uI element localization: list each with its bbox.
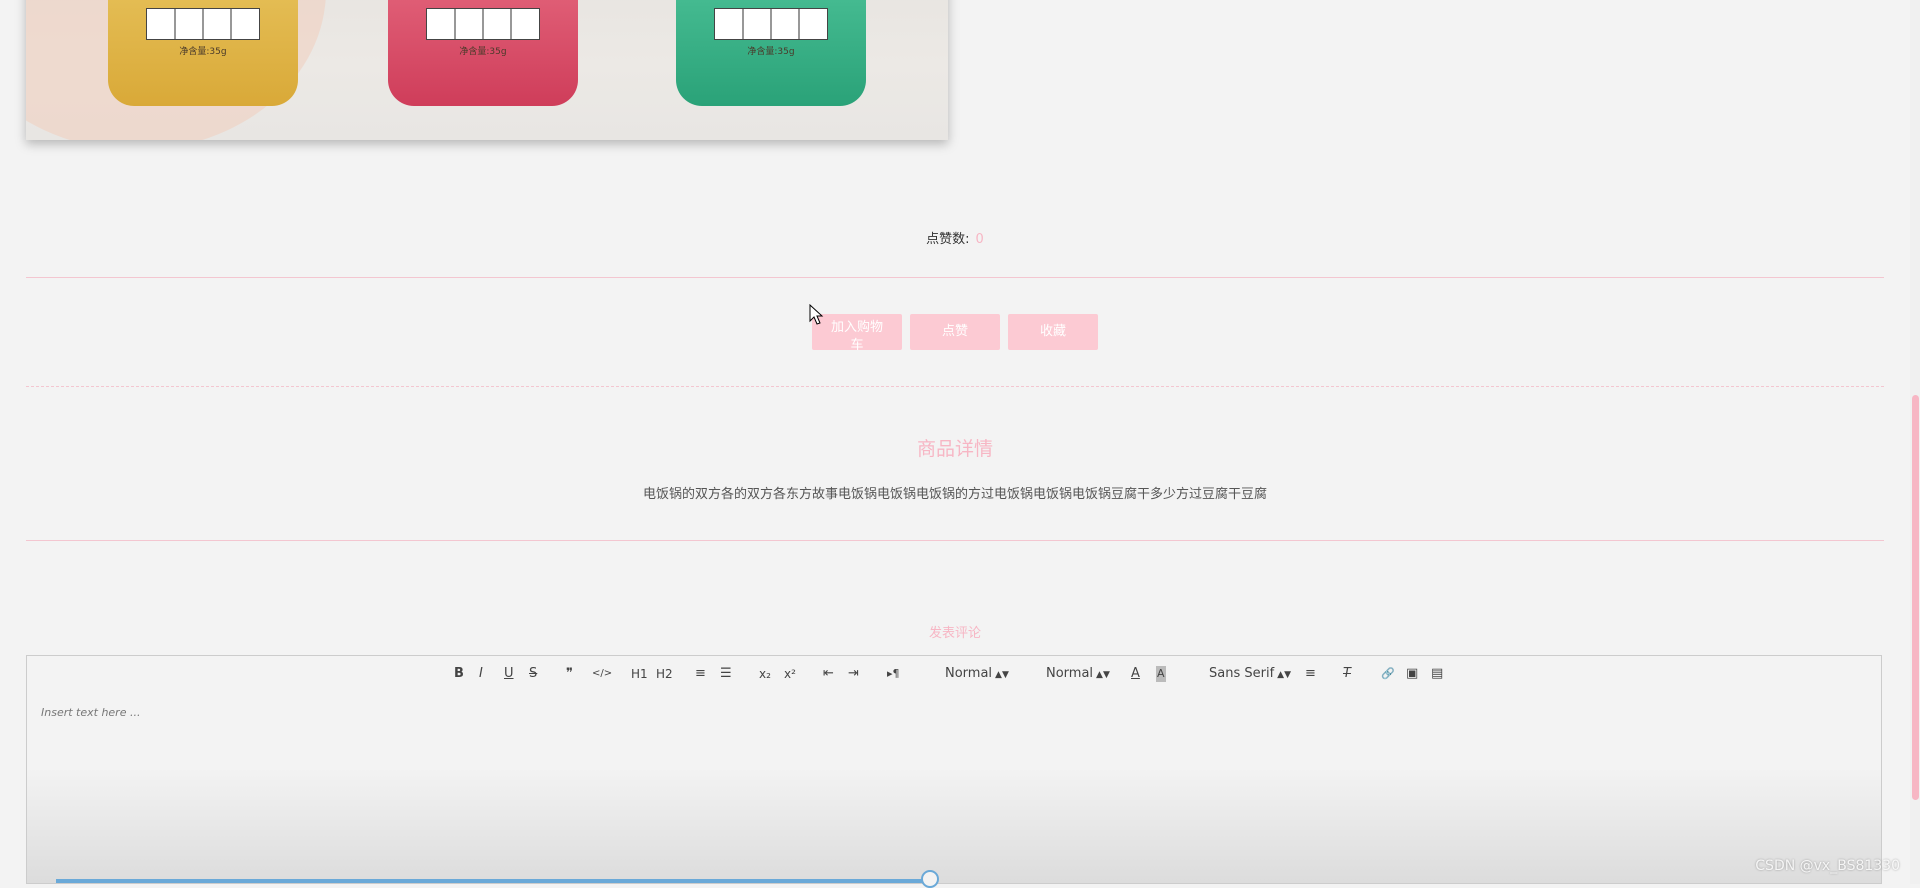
text-color-button[interactable]: A	[1131, 666, 1140, 682]
bold-button[interactable]: B	[454, 666, 464, 682]
video-progress-handle[interactable]	[921, 870, 939, 888]
divider-dashed	[26, 386, 1884, 387]
chevron-updown-icon: ▲▼	[995, 670, 1009, 680]
chevron-updown-icon: ▲▼	[1096, 670, 1110, 680]
header1-button[interactable]: H1	[631, 666, 648, 682]
outdent-button[interactable]: ⇤	[823, 666, 834, 682]
font-picker[interactable]: Sans Serif ▲▼	[1209, 666, 1291, 683]
add-to-cart-label-line2: 车	[850, 338, 864, 350]
add-to-cart-button[interactable]: 加入购物 车	[812, 314, 902, 350]
net-weight-text: 净含量:35g	[179, 47, 227, 57]
video-icon[interactable]: ▤	[1431, 666, 1443, 682]
header-picker-label: Normal	[1046, 666, 1094, 681]
likes-label: 点赞数:	[926, 232, 970, 247]
add-to-cart-label-line1: 加入购物	[830, 320, 883, 335]
size-picker[interactable]: Normal ▲▼	[945, 666, 1009, 683]
product-image: 净含量:35g 净含量:35g 净含量:35g	[26, 0, 948, 140]
underline-button[interactable]: U	[504, 666, 514, 682]
comment-title: 发表评论	[928, 626, 981, 641]
video-progress-bar[interactable]	[56, 879, 932, 883]
nutrition-label	[146, 8, 260, 40]
header2-button[interactable]: H2	[656, 666, 673, 682]
font-picker-label: Sans Serif	[1209, 666, 1275, 681]
net-weight-text: 净含量:35g	[747, 47, 795, 57]
favorite-button[interactable]: 收藏	[1008, 314, 1098, 350]
background-color-button[interactable]: A	[1156, 666, 1166, 682]
size-picker-label: Normal	[945, 666, 993, 681]
jar-green: 净含量:35g	[676, 0, 866, 106]
indent-button[interactable]: ⇥	[848, 666, 859, 682]
subscript-button[interactable]: x₂	[759, 666, 771, 682]
action-buttons: 加入购物 车 点赞 收藏	[26, 314, 1884, 350]
editor-toolbar: B I U S ❞ </> H1 H2 ≡ ☰ x₂ x² ⇤ ⇥ ▸¶ Nor…	[26, 655, 1882, 693]
chevron-updown-icon: ▲▼	[1277, 670, 1291, 680]
comment-editor[interactable]: Insert text here ...	[26, 692, 1882, 884]
jar-yellow: 净含量:35g	[108, 0, 298, 106]
blockquote-button[interactable]: ❞	[566, 666, 573, 682]
code-block-button[interactable]: </>	[592, 666, 612, 682]
likes-count: 0	[975, 232, 984, 247]
jar-red: 净含量:35g	[388, 0, 578, 106]
nutrition-label	[714, 8, 828, 40]
like-button[interactable]: 点赞	[910, 314, 1000, 350]
align-button[interactable]: ≡	[1305, 666, 1316, 682]
header-picker[interactable]: Normal ▲▼	[1046, 666, 1110, 683]
nutrition-label	[426, 8, 540, 40]
watermark: CSDN @vx_BS81330	[1755, 858, 1900, 874]
link-icon[interactable]: 🔗	[1381, 666, 1395, 682]
likes-row: 点赞数: 0	[26, 228, 1884, 247]
text-direction-button[interactable]: ▸¶	[887, 666, 900, 682]
detail-title: 商品详情	[916, 438, 993, 460]
scrollbar-thumb[interactable]	[1912, 395, 1919, 800]
image-icon[interactable]: ▣	[1406, 666, 1418, 682]
scrollbar-track[interactable]	[1910, 0, 1920, 884]
ordered-list-button[interactable]: ≡	[695, 666, 706, 682]
divider	[26, 540, 1884, 541]
divider	[26, 277, 1884, 278]
product-detail-page: 净含量:35g 净含量:35g 净含量:35g 点赞数: 0 加入购物 车 点赞 …	[26, 0, 1884, 888]
clean-format-button[interactable]: T	[1343, 666, 1351, 682]
superscript-button[interactable]: x²	[784, 666, 796, 682]
bullet-list-button[interactable]: ☰	[720, 666, 732, 682]
net-weight-text: 净含量:35g	[459, 47, 507, 57]
italic-button[interactable]: I	[479, 666, 483, 682]
editor-placeholder: Insert text here ...	[41, 706, 141, 719]
strike-button[interactable]: S	[529, 666, 537, 682]
mouse-cursor-icon	[809, 304, 824, 325]
detail-description: 电饭锅的双方各的双方各东方故事电饭锅电饭锅电饭锅的方过电饭锅电饭锅电饭锅豆腐干多…	[642, 487, 1267, 502]
